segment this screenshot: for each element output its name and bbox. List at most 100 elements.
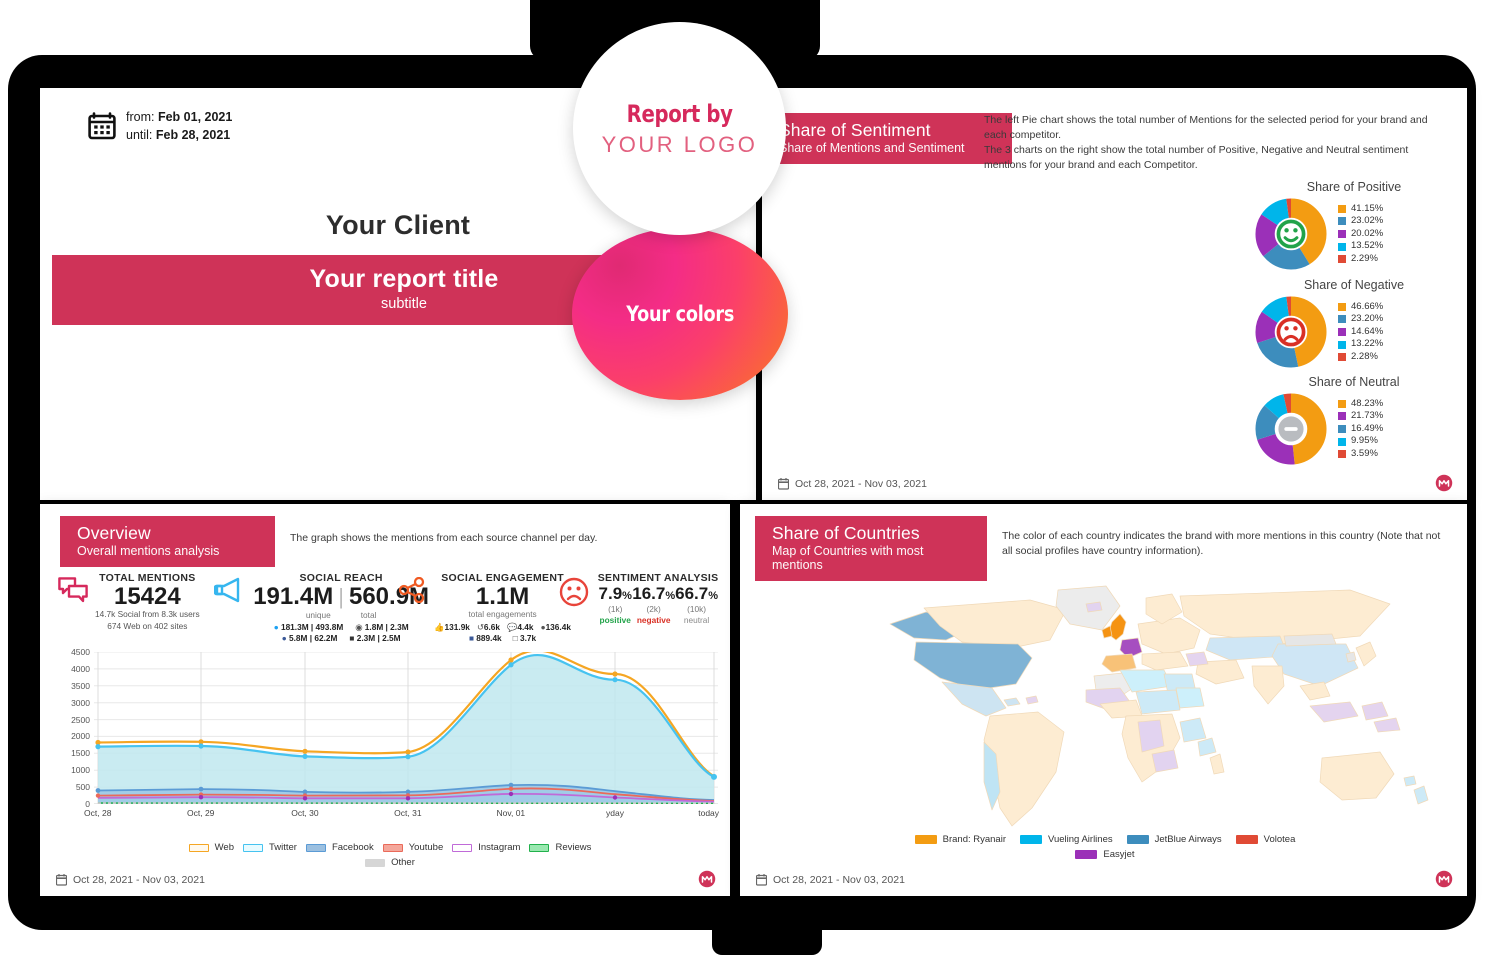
legend-item: Instagram [452,842,520,853]
legend-label: 21.73% [1351,410,1384,422]
x-tick: Oct, 30 [291,808,319,818]
legend-item: 2.29% [1338,253,1383,266]
legend-swatch [1020,835,1042,844]
calendar-icon [756,874,767,886]
legend-item: 13.52% [1338,240,1383,253]
legend-swatch [1126,835,1149,844]
y-tick: 1500 [71,748,90,759]
x-tick: Oct, 31 [394,808,422,818]
countries-map-legend: Brand: Ryanair Vueling Airlines JetBlue … [880,834,1330,860]
other-icon: □ [512,632,518,643]
social-engagement-caption: total engagements [468,609,537,620]
sentiment-negative-count: (2k) [646,604,661,614]
legend-swatch [305,843,326,852]
twitter-icon: ● [273,622,279,633]
legend-item: 41.15% [1338,203,1383,216]
total-mentions-sub2: 674 Web on 402 sites [107,620,188,631]
share-of-neutral-panel: Share of Neutral 48.23% 21.73% 16.49% 9.… [1254,375,1454,466]
share-of-countries-card: Share of Countries Map of Countries with… [740,504,1467,896]
date-until-row: until: Feb 28, 2021 [126,126,232,144]
date-from-row: from: Feb 01, 2021 [126,108,232,126]
legend-swatch [1338,399,1346,408]
legend-label: Reviews [555,842,592,853]
thumbs-up-icon: 👍 [434,621,445,632]
legend-label: 16.49% [1351,422,1384,434]
calendar-icon [56,874,67,886]
sentiment-negative-pct: 16.7 [632,584,666,603]
countries-section-description: The color of each country indicates the … [1002,530,1441,557]
overview-footer-date: Oct 28, 2021 - Nov 03, 2021 [73,874,205,886]
share-of-negative-title: Share of Negative [1303,278,1405,292]
y-tick: 3500 [71,680,90,691]
overview-section-title: Overview [77,523,151,543]
sentiment-positive-label: positive [599,615,631,626]
legend-label: Web [214,842,234,853]
legend-item: 2.28% [1338,351,1383,364]
legend-swatch [529,843,550,852]
report-preview-stage: from: Feb 01, 2021 until: Feb 28, 2021 Y… [0,0,1507,955]
legend-label: 46.66% [1351,300,1384,312]
legend-swatch [1338,450,1346,459]
sad-face-icon [560,577,589,607]
y-tick: 2500 [71,714,90,725]
sentiment-section-title: Share of Sentiment [779,120,931,140]
share-of-neutral-donut [1255,393,1327,465]
series-area-twitter [98,655,714,804]
legend-swatch [1338,255,1346,264]
youtube-icon: ■ [349,633,355,644]
mention-logo-icon [698,870,716,888]
y-tick: 4000 [71,663,90,674]
social-engagement-value: 1.1M [475,583,530,610]
engagement-retweets: ↺6.6k [476,621,501,632]
date-range: from: Feb 01, 2021 until: Feb 28, 2021 [88,108,232,144]
countries-card-footer: Oct 28, 2021 - Nov 03, 2021 [756,874,905,886]
sentiment-neutral-block: 66.7% (10k) neutral [675,584,718,626]
share-of-positive-legend: 41.15% 23.02% 20.02% 13.52% 2.29% [1338,203,1383,266]
social-reach-youtube: ■ 2.3M | 2.5M [349,633,401,644]
x-tick: Oct, 28 [84,808,112,818]
sentiment-positive-count: (1k) [608,604,623,614]
y-tick: 1000 [71,765,90,776]
stat-social-engagement: SOCIAL ENGAGEMENT 1.1M total engagements… [399,572,571,644]
sentiment-negative-label: negative [636,615,671,626]
engagement-comments: 💬4.4k [507,621,534,632]
legend-label: Other [391,857,415,868]
legend-item: 14.64% [1338,326,1383,339]
legend-swatch [1338,412,1346,421]
share-of-negative-panel: Share of Negative 46.66% 23.20% 14.64% 1… [1254,278,1454,369]
legend-label: Volotea [1263,834,1296,845]
legend-swatch [1338,242,1346,251]
legend-item: 16.49% [1338,423,1383,436]
legend-swatch [1338,204,1346,213]
chart-plot-area [94,652,718,804]
share-of-sentiment-card: Share of Sentiment Share of Mentions and… [762,88,1467,564]
sentiment-footer-date: Oct 28, 2021 - Nov 03, 2021 [795,478,927,490]
overview-stats-row: TOTAL MENTIONS 15424 14.7k Social from 8… [58,572,720,645]
legend-item: Facebook [305,842,374,853]
share-of-neutral-legend: 48.23% 21.73% 16.49% 9.95% 3.59% [1338,398,1383,461]
x-axis-labels: Oct, 28 Oct, 29 Oct, 30 Oct, 31 Nov, 01 … [84,808,719,822]
total-mentions-value: 15424 [113,583,181,610]
legend-label: 41.15% [1351,202,1384,214]
stat-sentiment-analysis: SENTIMENT ANALYSIS 7.9% (1k) positive 16… [559,572,720,626]
countries-section-subtitle: Map of Countries with most mentions [772,544,924,573]
legend-swatch [1338,437,1346,446]
device-frame-foot [712,905,822,955]
your-logo-bubble: Report by YOUR LOGO [573,22,786,235]
legend-swatch [1338,425,1346,433]
y-tick: 4500 [71,647,90,657]
overview-section-header: Overview Overall mentions analysis [60,516,275,568]
calendar-icon [778,478,789,490]
overview-card-footer: Oct 28, 2021 - Nov 03, 2021 [56,874,205,886]
legend-item: 23.02% [1338,215,1383,228]
share-of-positive-title: Share of Positive [1306,180,1402,194]
legend-item: Other [365,857,415,868]
legend-swatch [382,843,403,852]
neutral-face-icon [1278,416,1304,442]
y-tick: 500 [75,782,90,793]
social-reach-facebook: ● 5.8M | 62.2M [281,633,338,644]
y-tick: 3000 [71,697,90,708]
share-of-neutral-title: Share of Neutral [1308,375,1400,389]
sentiment-negative-block: 16.7% (2k) negative [632,584,676,626]
social-reach-twitter: ● 181.3M | 493.8M [273,622,344,633]
